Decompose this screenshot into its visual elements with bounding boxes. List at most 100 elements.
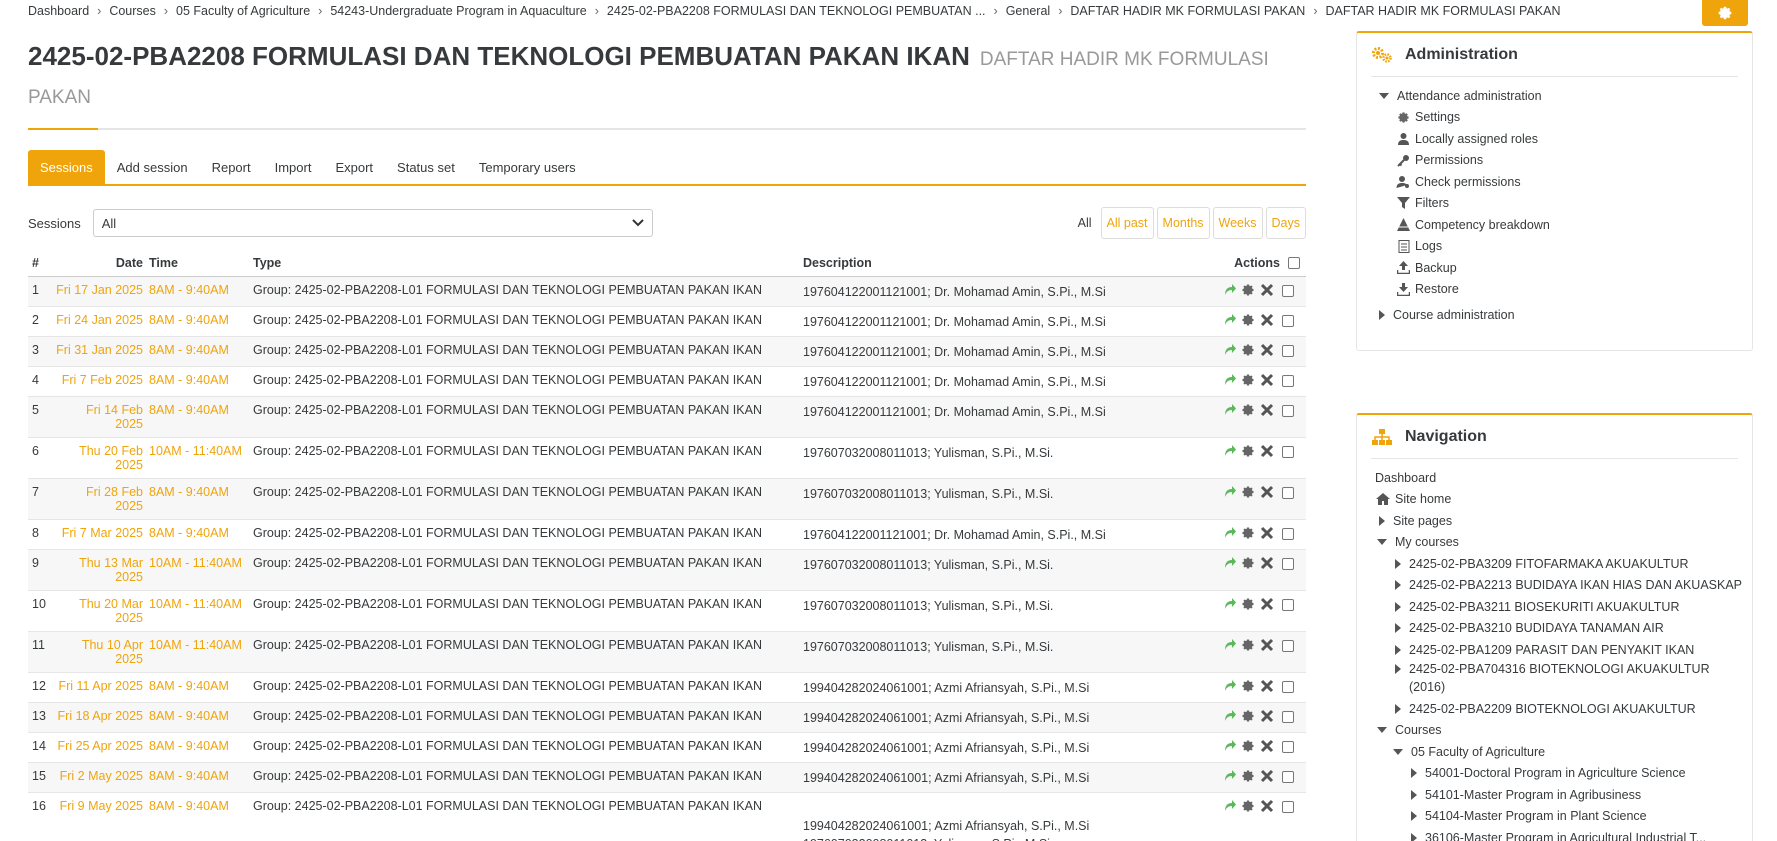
- tab-report[interactable]: Report: [200, 150, 263, 184]
- nav-site-home[interactable]: Site home: [1375, 489, 1752, 511]
- take-attendance-icon[interactable]: [1223, 444, 1236, 460]
- breadcrumb-item[interactable]: 2425-02-PBA2208 FORMULASI DAN TEKNOLOGI …: [607, 4, 986, 18]
- admin-item-settings[interactable]: Settings: [1395, 107, 1752, 129]
- nav-site-pages[interactable]: Site pages: [1375, 510, 1752, 532]
- session-time[interactable]: 10AM - 11:40AM: [149, 589, 253, 631]
- take-attendance-icon[interactable]: [1223, 313, 1236, 329]
- delete-session-icon[interactable]: [1260, 403, 1274, 420]
- edit-session-gear-icon[interactable]: [1241, 444, 1255, 461]
- edit-session-gear-icon[interactable]: [1241, 769, 1255, 786]
- session-time[interactable]: 8AM - 9:40AM: [149, 365, 253, 396]
- nav-program-item[interactable]: 54101-Master Program in Agribusiness: [1411, 784, 1752, 806]
- session-time[interactable]: 8AM - 9:40AM: [149, 518, 253, 549]
- breadcrumb-item[interactable]: 54243-Undergraduate Program in Aquacultu…: [330, 4, 586, 18]
- delete-session-icon[interactable]: [1260, 769, 1274, 786]
- row-checkbox[interactable]: [1282, 801, 1294, 813]
- edit-session-gear-icon[interactable]: [1241, 556, 1255, 573]
- nav-course-item[interactable]: 2425-02-PBA2213 BUDIDAYA IKAN HIAS DAN A…: [1395, 575, 1752, 597]
- admin-item-locally-assigned-roles[interactable]: Locally assigned roles: [1395, 128, 1752, 150]
- breadcrumb-item[interactable]: General: [1006, 4, 1050, 18]
- session-time[interactable]: 8AM - 9:40AM: [149, 671, 253, 702]
- delete-session-icon[interactable]: [1260, 638, 1274, 655]
- nav-program-item[interactable]: 54001-Doctoral Program in Agriculture Sc…: [1411, 763, 1752, 785]
- period-weeks-button[interactable]: Weeks: [1212, 207, 1263, 239]
- nav-course-item[interactable]: 2425-02-PBA704316 BIOTEKNOLOGI AKUAKULTU…: [1395, 661, 1752, 677]
- edit-session-gear-icon[interactable]: [1241, 283, 1255, 300]
- session-date[interactable]: Fri 25 Apr 2025: [55, 731, 149, 762]
- admin-item-check-permissions[interactable]: Check permissions: [1395, 171, 1752, 193]
- row-checkbox[interactable]: [1282, 528, 1294, 540]
- edit-session-gear-icon[interactable]: [1241, 597, 1255, 614]
- delete-session-icon[interactable]: [1260, 373, 1274, 390]
- edit-session-gear-icon[interactable]: [1241, 373, 1255, 390]
- period-months-button[interactable]: Months: [1156, 207, 1210, 239]
- take-attendance-icon[interactable]: [1223, 679, 1236, 695]
- breadcrumb-item[interactable]: DAFTAR HADIR MK FORMULASI PAKAN: [1070, 4, 1305, 18]
- session-date[interactable]: Fri 11 Apr 2025: [55, 671, 149, 702]
- nav-program-item[interactable]: 54104-Master Program in Plant Science: [1411, 806, 1752, 828]
- session-time[interactable]: 8AM - 9:40AM: [149, 335, 253, 366]
- session-date[interactable]: Fri 7 Mar 2025: [55, 518, 149, 549]
- row-checkbox[interactable]: [1282, 285, 1294, 297]
- breadcrumb-item[interactable]: 05 Faculty of Agriculture: [176, 4, 310, 18]
- session-date[interactable]: Fri 31 Jan 2025: [55, 335, 149, 366]
- edit-session-gear-icon[interactable]: [1241, 679, 1255, 696]
- take-attendance-icon[interactable]: [1223, 283, 1236, 299]
- tab-temporary-users[interactable]: Temporary users: [467, 150, 588, 184]
- take-attendance-icon[interactable]: [1223, 373, 1236, 389]
- row-checkbox[interactable]: [1282, 345, 1294, 357]
- period-all[interactable]: All: [1078, 216, 1092, 230]
- take-attendance-icon[interactable]: [1223, 799, 1236, 815]
- session-date[interactable]: Fri 14 Feb 2025: [55, 395, 149, 437]
- tab-import[interactable]: Import: [263, 150, 324, 184]
- breadcrumb-item[interactable]: Dashboard: [28, 4, 89, 18]
- session-time[interactable]: 8AM - 9:40AM: [149, 701, 253, 732]
- breadcrumb-item[interactable]: Courses: [109, 4, 156, 18]
- tab-add-session[interactable]: Add session: [105, 150, 200, 184]
- take-attendance-icon[interactable]: [1223, 597, 1236, 613]
- edit-session-gear-icon[interactable]: [1241, 485, 1255, 502]
- session-time[interactable]: 10AM - 11:40AM: [149, 630, 253, 672]
- admin-item-logs[interactable]: Logs: [1395, 236, 1752, 258]
- edit-session-gear-icon[interactable]: [1241, 313, 1255, 330]
- session-time[interactable]: 8AM - 9:40AM: [149, 395, 253, 437]
- take-attendance-icon[interactable]: [1223, 403, 1236, 419]
- row-checkbox[interactable]: [1282, 681, 1294, 693]
- session-date[interactable]: Fri 9 May 2025: [55, 791, 149, 841]
- row-checkbox[interactable]: [1282, 558, 1294, 570]
- session-time[interactable]: 8AM - 9:40AM: [149, 477, 253, 519]
- row-checkbox[interactable]: [1282, 405, 1294, 417]
- session-date[interactable]: Fri 18 Apr 2025: [55, 701, 149, 732]
- delete-session-icon[interactable]: [1260, 597, 1274, 614]
- admin-item-competency-breakdown[interactable]: Competency breakdown: [1395, 214, 1752, 236]
- delete-session-icon[interactable]: [1260, 556, 1274, 573]
- session-date[interactable]: Fri 24 Jan 2025: [55, 305, 149, 336]
- edit-session-gear-icon[interactable]: [1241, 638, 1255, 655]
- nav-dashboard[interactable]: Dashboard: [1375, 467, 1752, 489]
- delete-session-icon[interactable]: [1260, 739, 1274, 756]
- row-checkbox[interactable]: [1282, 741, 1294, 753]
- admin-item-permissions[interactable]: Permissions: [1395, 150, 1752, 172]
- attendance-admin-node[interactable]: Attendance administration: [1379, 85, 1752, 107]
- session-date[interactable]: Fri 28 Feb 2025: [55, 477, 149, 519]
- session-time[interactable]: 10AM - 11:40AM: [149, 436, 253, 478]
- row-checkbox[interactable]: [1282, 771, 1294, 783]
- nav-course-item[interactable]: 2425-02-PBA3210 BUDIDAYA TANAMAN AIR: [1395, 618, 1752, 640]
- edit-session-gear-icon[interactable]: [1241, 526, 1255, 543]
- session-time[interactable]: 8AM - 9:40AM: [149, 275, 253, 306]
- session-date[interactable]: Thu 13 Mar 2025: [55, 548, 149, 590]
- session-date[interactable]: Thu 20 Mar 2025: [55, 589, 149, 631]
- take-attendance-icon[interactable]: [1223, 485, 1236, 501]
- delete-session-icon[interactable]: [1260, 343, 1274, 360]
- session-time[interactable]: 8AM - 9:40AM: [149, 731, 253, 762]
- session-time[interactable]: 10AM - 11:40AM: [149, 548, 253, 590]
- take-attendance-icon[interactable]: [1223, 556, 1236, 572]
- delete-session-icon[interactable]: [1260, 283, 1274, 300]
- row-checkbox[interactable]: [1282, 711, 1294, 723]
- delete-session-icon[interactable]: [1260, 444, 1274, 461]
- nav-course-item[interactable]: 2425-02-PBA1209 PARASIT DAN PENYAKIT IKA…: [1395, 639, 1752, 661]
- session-time[interactable]: 8AM - 9:40AM: [149, 791, 253, 841]
- session-date[interactable]: Fri 2 May 2025: [55, 761, 149, 792]
- nav-program-item[interactable]: 36106-Master Program in Agricultural Ind…: [1411, 827, 1752, 841]
- nav-faculty[interactable]: 05 Faculty of Agriculture: [1393, 741, 1752, 763]
